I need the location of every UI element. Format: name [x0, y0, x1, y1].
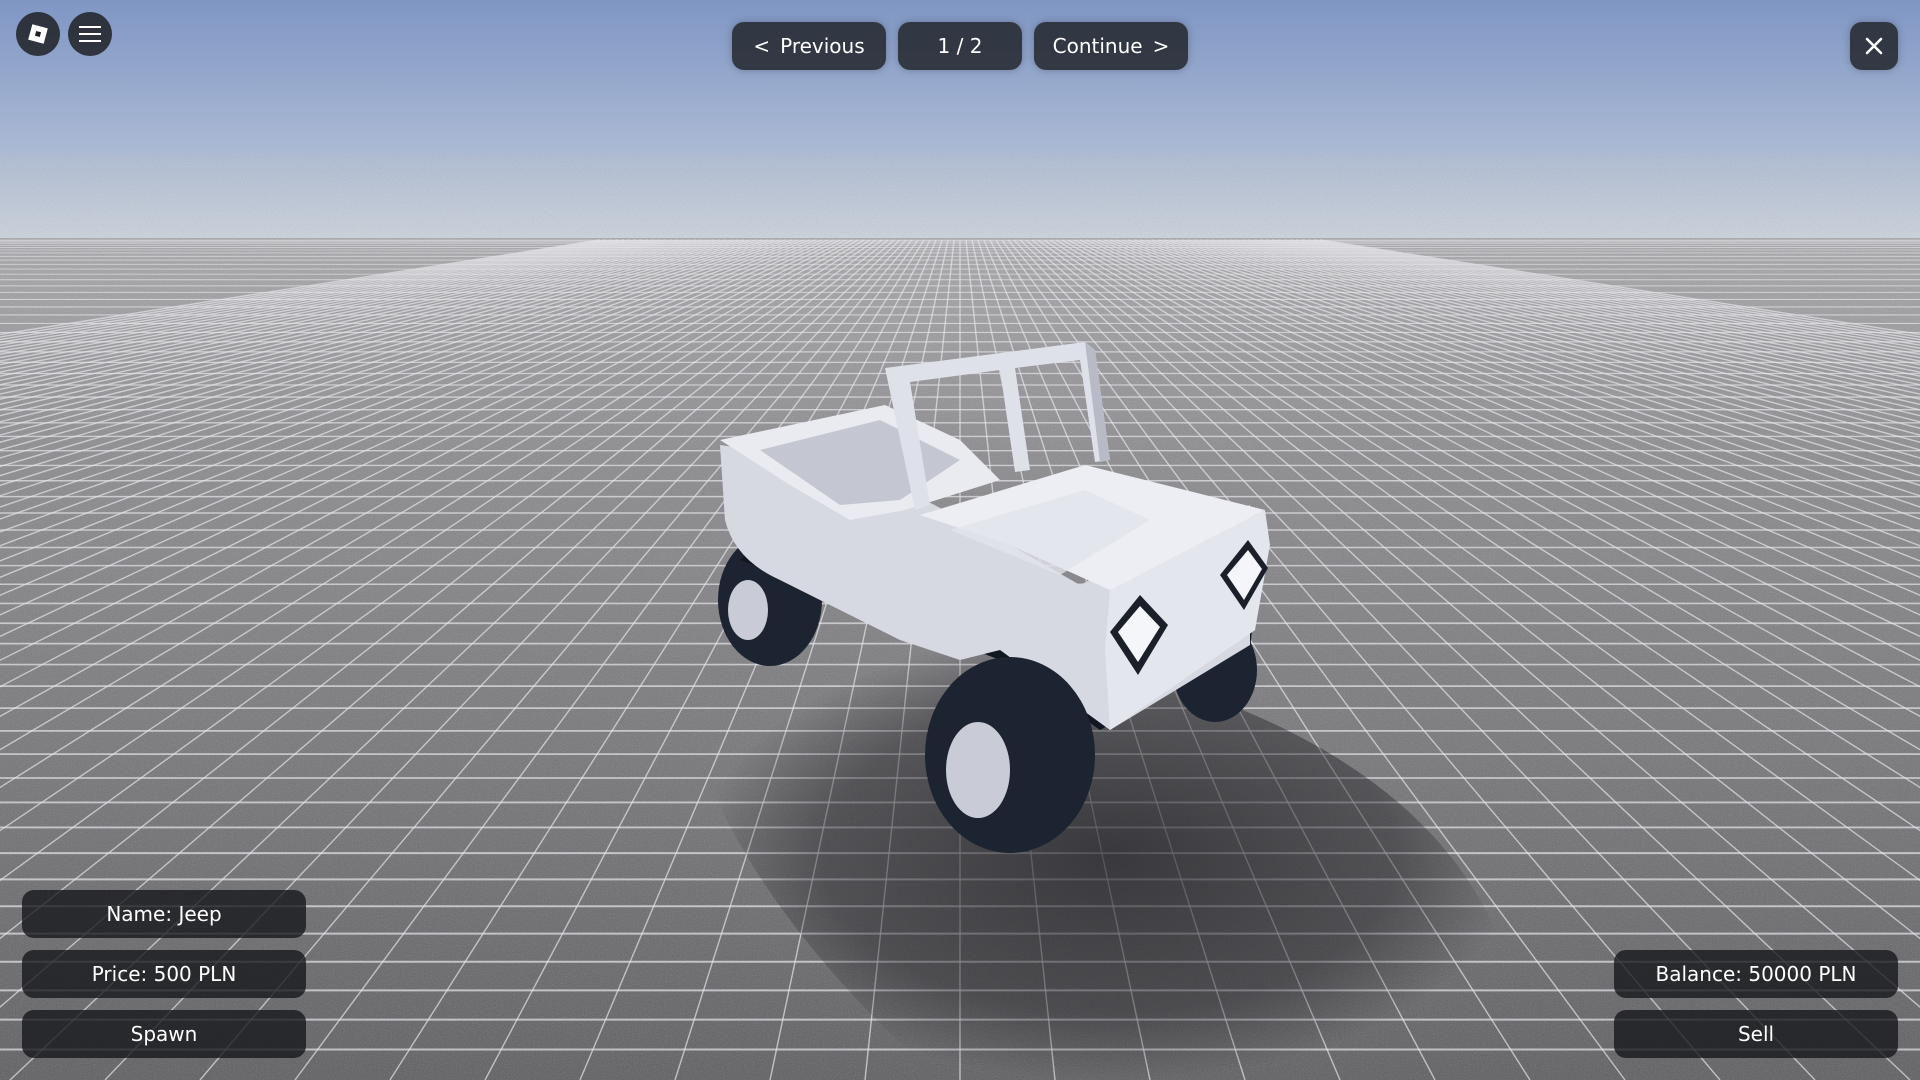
continue-arrow: >: [1152, 34, 1170, 58]
close-button[interactable]: [1850, 22, 1898, 70]
continue-label: Continue: [1052, 34, 1143, 58]
vehicle-price-text: Price: 500 PLN: [91, 962, 237, 986]
vehicle-name-label: Name: Jeep: [22, 890, 306, 938]
sell-label: Sell: [1737, 1022, 1775, 1046]
balance-label: Balance: 50000 PLN: [1614, 950, 1898, 998]
page-indicator-text: 1 / 2: [937, 34, 983, 58]
roblox-logo-icon: [28, 24, 48, 44]
spawn-label: Spawn: [130, 1022, 198, 1046]
sell-button[interactable]: Sell: [1614, 1010, 1898, 1058]
close-icon: [1865, 37, 1883, 55]
previous-arrow: <: [753, 34, 771, 58]
previous-button[interactable]: < Previous: [732, 22, 886, 70]
page-indicator: 1 / 2: [898, 22, 1022, 70]
hamburger-menu-icon: [79, 26, 101, 42]
vehicle-name-text: Name: Jeep: [106, 902, 222, 926]
continue-button[interactable]: Continue >: [1034, 22, 1188, 70]
roblox-logo-button[interactable]: [16, 12, 60, 56]
balance-text: Balance: 50000 PLN: [1655, 962, 1857, 986]
previous-label: Previous: [780, 34, 865, 58]
menu-button[interactable]: [68, 12, 112, 56]
vehicle-price-label: Price: 500 PLN: [22, 950, 306, 998]
spawn-button[interactable]: Spawn: [22, 1010, 306, 1058]
